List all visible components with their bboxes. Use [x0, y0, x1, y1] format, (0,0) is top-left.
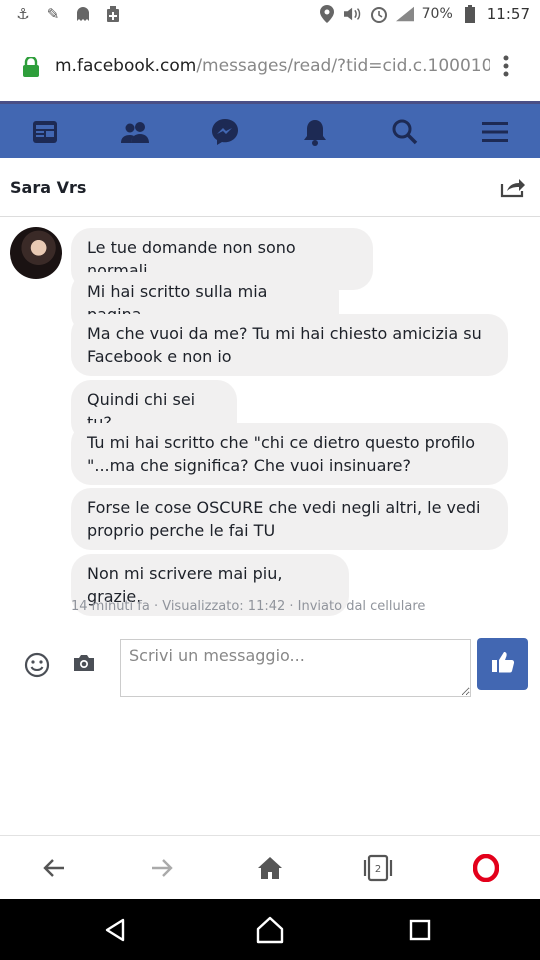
signal-icon [395, 5, 414, 23]
menu-icon[interactable] [473, 116, 517, 148]
anchor-icon: ⚓ [16, 5, 30, 23]
android-home-icon[interactable] [250, 913, 290, 947]
lock-icon [22, 55, 40, 81]
contact-name[interactable]: Sara Vrs [10, 178, 86, 197]
thumbs-up-icon [491, 650, 515, 678]
battery-icon [461, 5, 479, 23]
battery-percent: 70% [421, 6, 453, 22]
search-icon[interactable] [383, 116, 427, 148]
opera-icon[interactable] [466, 852, 506, 884]
news-feed-icon[interactable] [23, 116, 67, 148]
message-bubble: Tu mi hai scritto che "chi ce dietro que… [71, 423, 508, 485]
conversation-header: Sara Vrs [0, 158, 540, 217]
url-path: /messages/read/?tid=cid.c.100010279 [196, 56, 490, 76]
url-host: m.facebook.com [55, 56, 197, 76]
facebook-top-nav [0, 104, 540, 158]
back-arrow-icon[interactable] [34, 852, 74, 884]
browser-bottom-bar: 2 [0, 835, 540, 900]
friends-icon[interactable] [113, 116, 157, 148]
message-input[interactable] [120, 639, 471, 697]
url-text[interactable]: m.facebook.com/messages/read/?tid=cid.c.… [55, 56, 490, 76]
avatar[interactable] [10, 227, 62, 279]
like-button[interactable] [477, 638, 528, 690]
messenger-icon[interactable] [203, 116, 247, 148]
message-status-meta: 14 minuti fa · Visualizzato: 11:42 · Inv… [71, 599, 426, 614]
emoji-icon[interactable] [24, 652, 50, 682]
ghost-icon [74, 5, 92, 23]
android-recents-icon[interactable] [400, 913, 440, 947]
tabs-icon[interactable]: 2 [358, 852, 398, 884]
home-icon[interactable] [250, 852, 290, 884]
browser-address-bar[interactable]: m.facebook.com/messages/read/?tid=cid.c.… [0, 32, 540, 102]
message-bubble: Forse le cose OSCURE che vedi negli altr… [71, 488, 508, 550]
kebab-menu-icon[interactable] [502, 54, 510, 84]
camera-icon[interactable] [72, 653, 96, 677]
share-icon[interactable] [500, 176, 526, 202]
android-navigation-bar [0, 899, 540, 960]
android-back-icon[interactable] [95, 913, 135, 947]
forward-arrow-icon[interactable] [142, 852, 182, 884]
location-icon [318, 5, 336, 23]
alarm-icon [370, 5, 388, 23]
volume-icon [343, 5, 362, 23]
message-bubble: Ma che vuoi da me? Tu mi hai chiesto ami… [71, 314, 508, 376]
medical-icon [104, 5, 122, 23]
clock: 11:57 [486, 5, 530, 23]
pen-icon: ✎ [46, 5, 60, 23]
tab-count: 2 [375, 864, 381, 875]
status-bar: ⚓ ✎ 70% 11:57 [0, 0, 540, 32]
notifications-icon[interactable] [293, 116, 337, 148]
